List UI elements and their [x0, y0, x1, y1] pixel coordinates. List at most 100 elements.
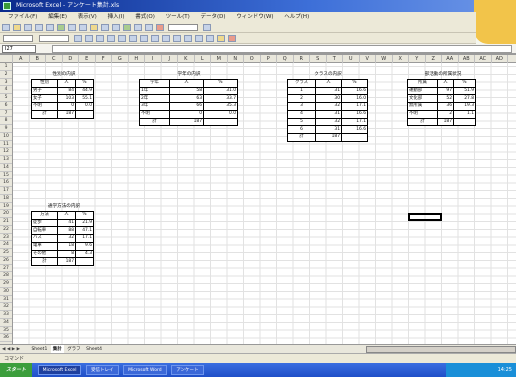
cell[interactable]: 文化部: [407, 94, 438, 103]
row-header[interactable]: 15: [0, 172, 12, 180]
align-right-icon[interactable]: [129, 35, 137, 42]
column-header[interactable]: F: [96, 55, 112, 63]
sort-asc-icon[interactable]: [134, 24, 142, 31]
cell[interactable]: 66: [169, 102, 204, 111]
cell[interactable]: 5: [287, 117, 316, 127]
cell[interactable]: 3年: [139, 102, 170, 111]
cell[interactable]: 187: [437, 117, 454, 127]
cell[interactable]: 18: [57, 241, 76, 251]
worksheet-grid[interactable]: A B C D E F G H I J K L M N O P Q R S T U V W X Y Z AA AB AC AD 12345…: [0, 54, 516, 345]
row-header[interactable]: 30: [0, 288, 12, 296]
row-header[interactable]: 32: [0, 303, 12, 311]
taskbar-item[interactable]: Microsoft Excel: [37, 365, 82, 375]
row-header[interactable]: 27: [0, 265, 12, 273]
cell[interactable]: 51.9: [453, 86, 476, 96]
cell[interactable]: 88: [57, 226, 76, 235]
row-header[interactable]: 3: [0, 79, 12, 87]
cell[interactable]: 32: [57, 234, 76, 243]
menu-edit[interactable]: 編集(E): [48, 14, 67, 20]
cell[interactable]: 0: [169, 109, 204, 119]
cell[interactable]: 32: [315, 117, 342, 127]
sheet-tab[interactable]: Sheet4: [84, 345, 104, 353]
cut-icon[interactable]: [68, 24, 76, 31]
column-header[interactable]: O: [244, 55, 261, 63]
row-header[interactable]: 34: [0, 319, 12, 327]
column-header[interactable]: W: [376, 55, 393, 63]
cell[interactable]: 9.6: [75, 241, 94, 251]
sort-desc-icon[interactable]: [145, 24, 153, 31]
bold-icon[interactable]: [74, 35, 82, 42]
header-cell[interactable]: %: [341, 78, 368, 88]
fill-color-icon[interactable]: [217, 35, 225, 42]
cell[interactable]: 3: [287, 102, 316, 111]
column-header[interactable]: Y: [409, 55, 426, 63]
sheet-tab[interactable]: グラフ: [65, 345, 83, 353]
row-header[interactable]: 22: [0, 226, 12, 234]
cell[interactable]: 不明: [139, 109, 170, 119]
cell[interactable]: 33.7: [203, 94, 238, 103]
cell[interactable]: 0: [57, 102, 76, 111]
cell[interactable]: 16.6: [341, 109, 368, 119]
row-header[interactable]: 36: [0, 334, 12, 342]
header-cell[interactable]: 人: [57, 78, 76, 88]
row-header[interactable]: 33: [0, 311, 12, 319]
menu-insert[interactable]: 挿入(I): [108, 14, 125, 20]
name-box[interactable]: I27: [2, 45, 36, 53]
row-header[interactable]: 11: [0, 141, 12, 149]
spellcheck-icon[interactable]: [57, 24, 65, 31]
row-header[interactable]: 14: [0, 164, 12, 172]
select-all-corner[interactable]: [0, 55, 13, 63]
cell[interactable]: 52: [437, 94, 454, 103]
cell[interactable]: 電車: [31, 241, 58, 251]
increase-decimal-icon[interactable]: [184, 35, 192, 42]
header-cell[interactable]: 人: [437, 78, 454, 88]
menu-window[interactable]: ウィンドウ(W): [236, 14, 273, 20]
cell[interactable]: 1: [287, 86, 316, 96]
cell[interactable]: 6: [287, 125, 316, 134]
cell[interactable]: [75, 257, 94, 266]
row-header[interactable]: 6: [0, 102, 12, 110]
column-header[interactable]: K: [178, 55, 195, 63]
header-cell[interactable]: クラス: [287, 78, 316, 88]
zoom-select[interactable]: [168, 24, 198, 31]
cell[interactable]: 女子: [31, 94, 58, 103]
cell[interactable]: [453, 117, 476, 127]
column-header[interactable]: U: [343, 55, 360, 63]
row-header[interactable]: 9: [0, 125, 12, 133]
merge-center-icon[interactable]: [140, 35, 148, 42]
cell[interactable]: 4: [287, 109, 316, 119]
cell[interactable]: 16.0: [341, 94, 368, 103]
header-cell[interactable]: 所属: [407, 78, 438, 88]
row-header[interactable]: 26: [0, 257, 12, 265]
menu-tools[interactable]: ツール(T): [166, 14, 190, 20]
row-header[interactable]: 19: [0, 203, 12, 211]
cell[interactable]: 31: [315, 125, 342, 134]
column-header[interactable]: A: [13, 55, 30, 63]
header-cell[interactable]: %: [75, 78, 94, 88]
header-cell[interactable]: 人: [315, 78, 342, 88]
column-header[interactable]: J: [162, 55, 178, 63]
cell[interactable]: 17.1: [341, 102, 368, 111]
cell[interactable]: 187: [169, 117, 204, 127]
comma-icon[interactable]: [173, 35, 181, 42]
column-header[interactable]: P: [261, 55, 277, 63]
cell[interactable]: 0.0: [203, 109, 238, 119]
cell[interactable]: 2: [437, 109, 454, 119]
cell[interactable]: 不明: [31, 102, 58, 111]
row-header[interactable]: 21: [0, 218, 12, 226]
column-header[interactable]: G: [112, 55, 129, 63]
cell[interactable]: [75, 109, 94, 119]
cell[interactable]: 男子: [31, 86, 58, 96]
start-button[interactable]: スタート: [0, 363, 33, 377]
column-header[interactable]: M: [211, 55, 228, 63]
cell[interactable]: 63: [169, 94, 204, 103]
chart-wizard-icon[interactable]: [156, 24, 164, 31]
header-cell[interactable]: %: [75, 210, 94, 220]
cell[interactable]: 自転車: [31, 226, 58, 235]
copy-icon[interactable]: [79, 24, 87, 31]
print-icon[interactable]: [35, 24, 43, 31]
horizontal-scrollbar[interactable]: [366, 346, 516, 353]
cell[interactable]: 計: [31, 257, 58, 266]
cell[interactable]: [203, 117, 238, 127]
header-cell[interactable]: 人: [57, 210, 76, 220]
